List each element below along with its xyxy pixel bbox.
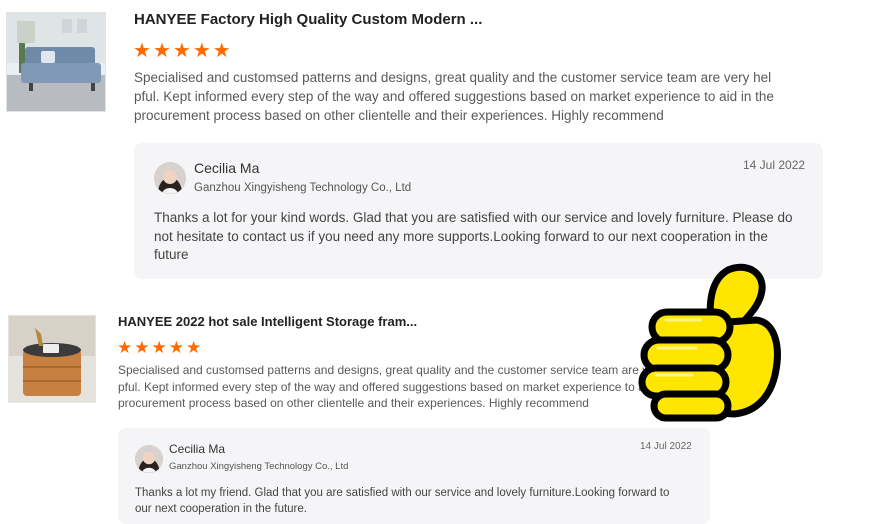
reply-company: Ganzhou Xingyisheng Technology Co., Ltd [194, 182, 412, 194]
reply-company: Ganzhou Xingyisheng Technology Co., Ltd [169, 461, 349, 472]
review-line: Specialised and customsed patterns and d… [118, 363, 685, 377]
review-line: procurement process based on other clien… [118, 396, 589, 410]
star-icon: ★ [133, 40, 151, 62]
sofa-image [7, 13, 105, 111]
product-thumbnail-sofa[interactable] [6, 12, 106, 112]
star-icon: ★ [134, 338, 150, 357]
star-icon: ★ [186, 338, 202, 357]
reply-author-name: Cecilia Ma [194, 160, 260, 176]
star-icon: ★ [152, 40, 171, 62]
product-title[interactable]: HANYEE Factory High Quality Custom Moder… [134, 11, 482, 28]
reply-text: Thanks a lot for your kind words. Glad t… [154, 209, 793, 265]
product-title[interactable]: HANYEE 2022 hot sale Intelligent Storage… [118, 314, 417, 329]
reply-line: not hesitate to contact us if you need a… [154, 228, 768, 244]
seller-reply-box: Cecilia Ma Ganzhou Xingyisheng Technolog… [118, 428, 710, 524]
star-icon: ★ [192, 40, 211, 62]
review-text: Specialised and customsed patterns and d… [118, 362, 687, 412]
review-text: Specialised and customsed patterns and d… [134, 68, 774, 125]
reply-date: 14 Jul 2022 [743, 158, 806, 172]
star-icon: ★ [117, 338, 133, 357]
thumbs-up-icon [630, 258, 790, 424]
star-icon: ★ [172, 40, 191, 62]
reply-date: 14 Jul 2022 [640, 441, 692, 452]
review-line: procurement process based on other clien… [134, 108, 664, 123]
reply-line: our next cooperation in the future. [135, 502, 307, 515]
storage-image [9, 316, 95, 402]
review-line: Specialised and customsed patterns and d… [134, 70, 772, 85]
review-line: pful. Kept informed every step of the wa… [134, 89, 774, 104]
star-icon: ★ [151, 338, 167, 357]
star-icon: ★ [168, 338, 184, 357]
reply-line: Thanks a lot for your kind words. Glad t… [154, 210, 793, 225]
avatar [154, 162, 186, 194]
star-rating: ★ ★ ★ ★ ★ [133, 41, 231, 61]
reply-text: Thanks a lot my friend. Glad that you ar… [135, 486, 669, 517]
review-line: pful. Kept informed every step of the wa… [118, 379, 687, 394]
reply-author-name: Cecilia Ma [169, 442, 226, 456]
avatar [135, 445, 163, 473]
star-icon: ★ [212, 40, 231, 62]
product-thumbnail-storage[interactable] [8, 315, 96, 403]
reply-line: Thanks a lot my friend. Glad that you ar… [135, 487, 670, 499]
star-rating: ★ ★ ★ ★ ★ [117, 339, 201, 356]
